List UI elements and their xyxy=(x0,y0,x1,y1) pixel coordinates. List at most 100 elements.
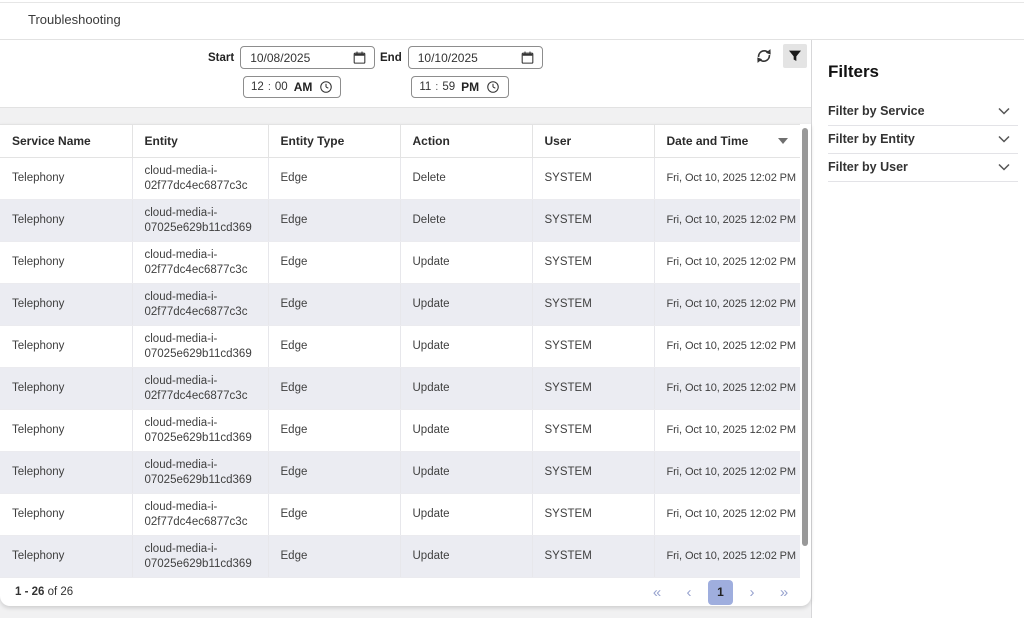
cell-entity: cloud-media-i-07025e629b11cd369 xyxy=(132,410,268,452)
start-meridiem[interactable]: AM xyxy=(294,80,313,94)
cell-datetime: Fri, Oct 10, 2025 12:02 PM xyxy=(654,452,800,494)
filters-sidebar: Filters Filter by Service Filter by Enti… xyxy=(812,40,1024,618)
clock-icon[interactable] xyxy=(483,80,500,94)
chevron-down-icon xyxy=(998,163,1010,171)
datetime-toolbar: Start 10/08/2025 12 : 00 AM xyxy=(0,40,811,108)
cell-action: Update xyxy=(400,326,532,368)
end-time-input[interactable]: 11 : 59 PM xyxy=(411,76,509,98)
start-date-value: 10/08/2025 xyxy=(250,51,310,65)
content: Start 10/08/2025 12 : 00 AM xyxy=(0,40,1024,618)
calendar-icon[interactable] xyxy=(520,50,535,65)
filter-toggle-button[interactable] xyxy=(783,44,807,68)
calendar-icon[interactable] xyxy=(352,50,367,65)
cell-action: Update xyxy=(400,284,532,326)
table-row[interactable]: Telephony cloud-media-i-02f77dc4ec6877c3… xyxy=(0,242,800,284)
cell-entity-type: Edge xyxy=(268,494,400,536)
start-minute: 00 xyxy=(275,81,288,93)
prev-page-button[interactable]: ‹ xyxy=(676,580,702,604)
last-page-button[interactable]: » xyxy=(771,580,797,604)
first-page-button[interactable]: « xyxy=(644,580,670,604)
filter-by-service-accordion[interactable]: Filter by Service xyxy=(828,98,1018,126)
row-total: of 26 xyxy=(44,586,73,598)
cell-entity-type: Edge xyxy=(268,410,400,452)
table-row[interactable]: Telephony cloud-media-i-02f77dc4ec6877c3… xyxy=(0,284,800,326)
cell-service: Telephony xyxy=(0,200,132,242)
table-body: Telephony cloud-media-i-02f77dc4ec6877c3… xyxy=(0,158,800,578)
cell-entity: cloud-media-i-07025e629b11cd369 xyxy=(132,326,268,368)
filter-icon xyxy=(787,48,803,64)
cell-datetime: Fri, Oct 10, 2025 12:02 PM xyxy=(654,200,800,242)
start-date-input[interactable]: 10/08/2025 xyxy=(240,46,375,69)
col-header-entity[interactable]: Entity xyxy=(132,125,268,158)
cell-action: Delete xyxy=(400,200,532,242)
cell-entity-type: Edge xyxy=(268,368,400,410)
audit-table: Service Name Entity Entity Type Action U… xyxy=(0,124,800,578)
cell-entity: cloud-media-i-07025e629b11cd369 xyxy=(132,536,268,578)
cell-action: Update xyxy=(400,452,532,494)
cell-entity: cloud-media-i-02f77dc4ec6877c3c xyxy=(132,158,268,200)
cell-user: SYSTEM xyxy=(532,410,654,452)
table-row[interactable]: Telephony cloud-media-i-02f77dc4ec6877c3… xyxy=(0,368,800,410)
cell-service: Telephony xyxy=(0,494,132,536)
cell-service: Telephony xyxy=(0,158,132,200)
filter-by-user-accordion[interactable]: Filter by User xyxy=(828,154,1018,182)
main-panel: Start 10/08/2025 12 : 00 AM xyxy=(0,40,812,618)
cell-entity-type: Edge xyxy=(268,452,400,494)
cell-user: SYSTEM xyxy=(532,368,654,410)
cell-datetime: Fri, Oct 10, 2025 12:02 PM xyxy=(654,158,800,200)
cell-entity-type: Edge xyxy=(268,536,400,578)
toolbar-actions xyxy=(752,44,807,68)
cell-user: SYSTEM xyxy=(532,284,654,326)
table-row[interactable]: Telephony cloud-media-i-07025e629b11cd36… xyxy=(0,536,800,578)
row-range: 1 - 26 xyxy=(15,586,44,598)
cell-service: Telephony xyxy=(0,452,132,494)
col-header-entity-type[interactable]: Entity Type xyxy=(268,125,400,158)
cell-datetime: Fri, Oct 10, 2025 12:02 PM xyxy=(654,494,800,536)
end-datetime-group: End 10/10/2025 11 : 59 PM xyxy=(380,46,543,98)
filter-by-entity-label: Filter by Entity xyxy=(828,132,915,146)
cell-action: Delete xyxy=(400,158,532,200)
cell-entity-type: Edge xyxy=(268,284,400,326)
cell-entity-type: Edge xyxy=(268,326,400,368)
filter-by-user-label: Filter by User xyxy=(828,160,908,174)
table-row[interactable]: Telephony cloud-media-i-02f77dc4ec6877c3… xyxy=(0,494,800,536)
end-date-value: 10/10/2025 xyxy=(418,51,478,65)
table-row[interactable]: Telephony cloud-media-i-07025e629b11cd36… xyxy=(0,200,800,242)
start-time-input[interactable]: 12 : 00 AM xyxy=(243,76,341,98)
clock-icon[interactable] xyxy=(316,80,333,94)
cell-action: Update xyxy=(400,242,532,284)
end-date-input[interactable]: 10/10/2025 xyxy=(408,46,543,69)
sort-desc-icon[interactable] xyxy=(778,138,788,144)
filter-by-service-label: Filter by Service xyxy=(828,104,925,118)
time-colon: : xyxy=(268,81,271,93)
cell-datetime: Fri, Oct 10, 2025 12:02 PM xyxy=(654,368,800,410)
table-footer: 1 - 26 of 26 « ‹ 1 › » xyxy=(0,578,811,606)
cell-entity: cloud-media-i-02f77dc4ec6877c3c xyxy=(132,368,268,410)
col-header-action[interactable]: Action xyxy=(400,125,532,158)
col-header-user[interactable]: User xyxy=(532,125,654,158)
col-header-service[interactable]: Service Name xyxy=(0,125,132,158)
table-row[interactable]: Telephony cloud-media-i-07025e629b11cd36… xyxy=(0,410,800,452)
cell-entity: cloud-media-i-02f77dc4ec6877c3c xyxy=(132,494,268,536)
cell-entity-type: Edge xyxy=(268,200,400,242)
col-header-datetime-label: Date and Time xyxy=(667,134,749,148)
end-meridiem[interactable]: PM xyxy=(461,80,479,94)
table-row[interactable]: Telephony cloud-media-i-07025e629b11cd36… xyxy=(0,452,800,494)
cell-user: SYSTEM xyxy=(532,200,654,242)
table-row[interactable]: Telephony cloud-media-i-07025e629b11cd36… xyxy=(0,326,800,368)
col-header-datetime[interactable]: Date and Time xyxy=(654,125,800,158)
cell-service: Telephony xyxy=(0,410,132,452)
filter-by-entity-accordion[interactable]: Filter by Entity xyxy=(828,126,1018,154)
next-page-button[interactable]: › xyxy=(739,580,765,604)
tab-troubleshooting[interactable]: Troubleshooting xyxy=(28,12,121,27)
refresh-button[interactable] xyxy=(752,44,776,68)
start-hour: 12 xyxy=(251,81,264,93)
cell-entity-type: Edge xyxy=(268,158,400,200)
table-row[interactable]: Telephony cloud-media-i-02f77dc4ec6877c3… xyxy=(0,158,800,200)
cell-datetime: Fri, Oct 10, 2025 12:02 PM xyxy=(654,284,800,326)
current-page-button[interactable]: 1 xyxy=(708,580,733,605)
start-label: Start xyxy=(208,52,234,98)
time-colon: : xyxy=(435,81,438,93)
cell-service: Telephony xyxy=(0,242,132,284)
table-scrollbar[interactable] xyxy=(802,128,808,546)
